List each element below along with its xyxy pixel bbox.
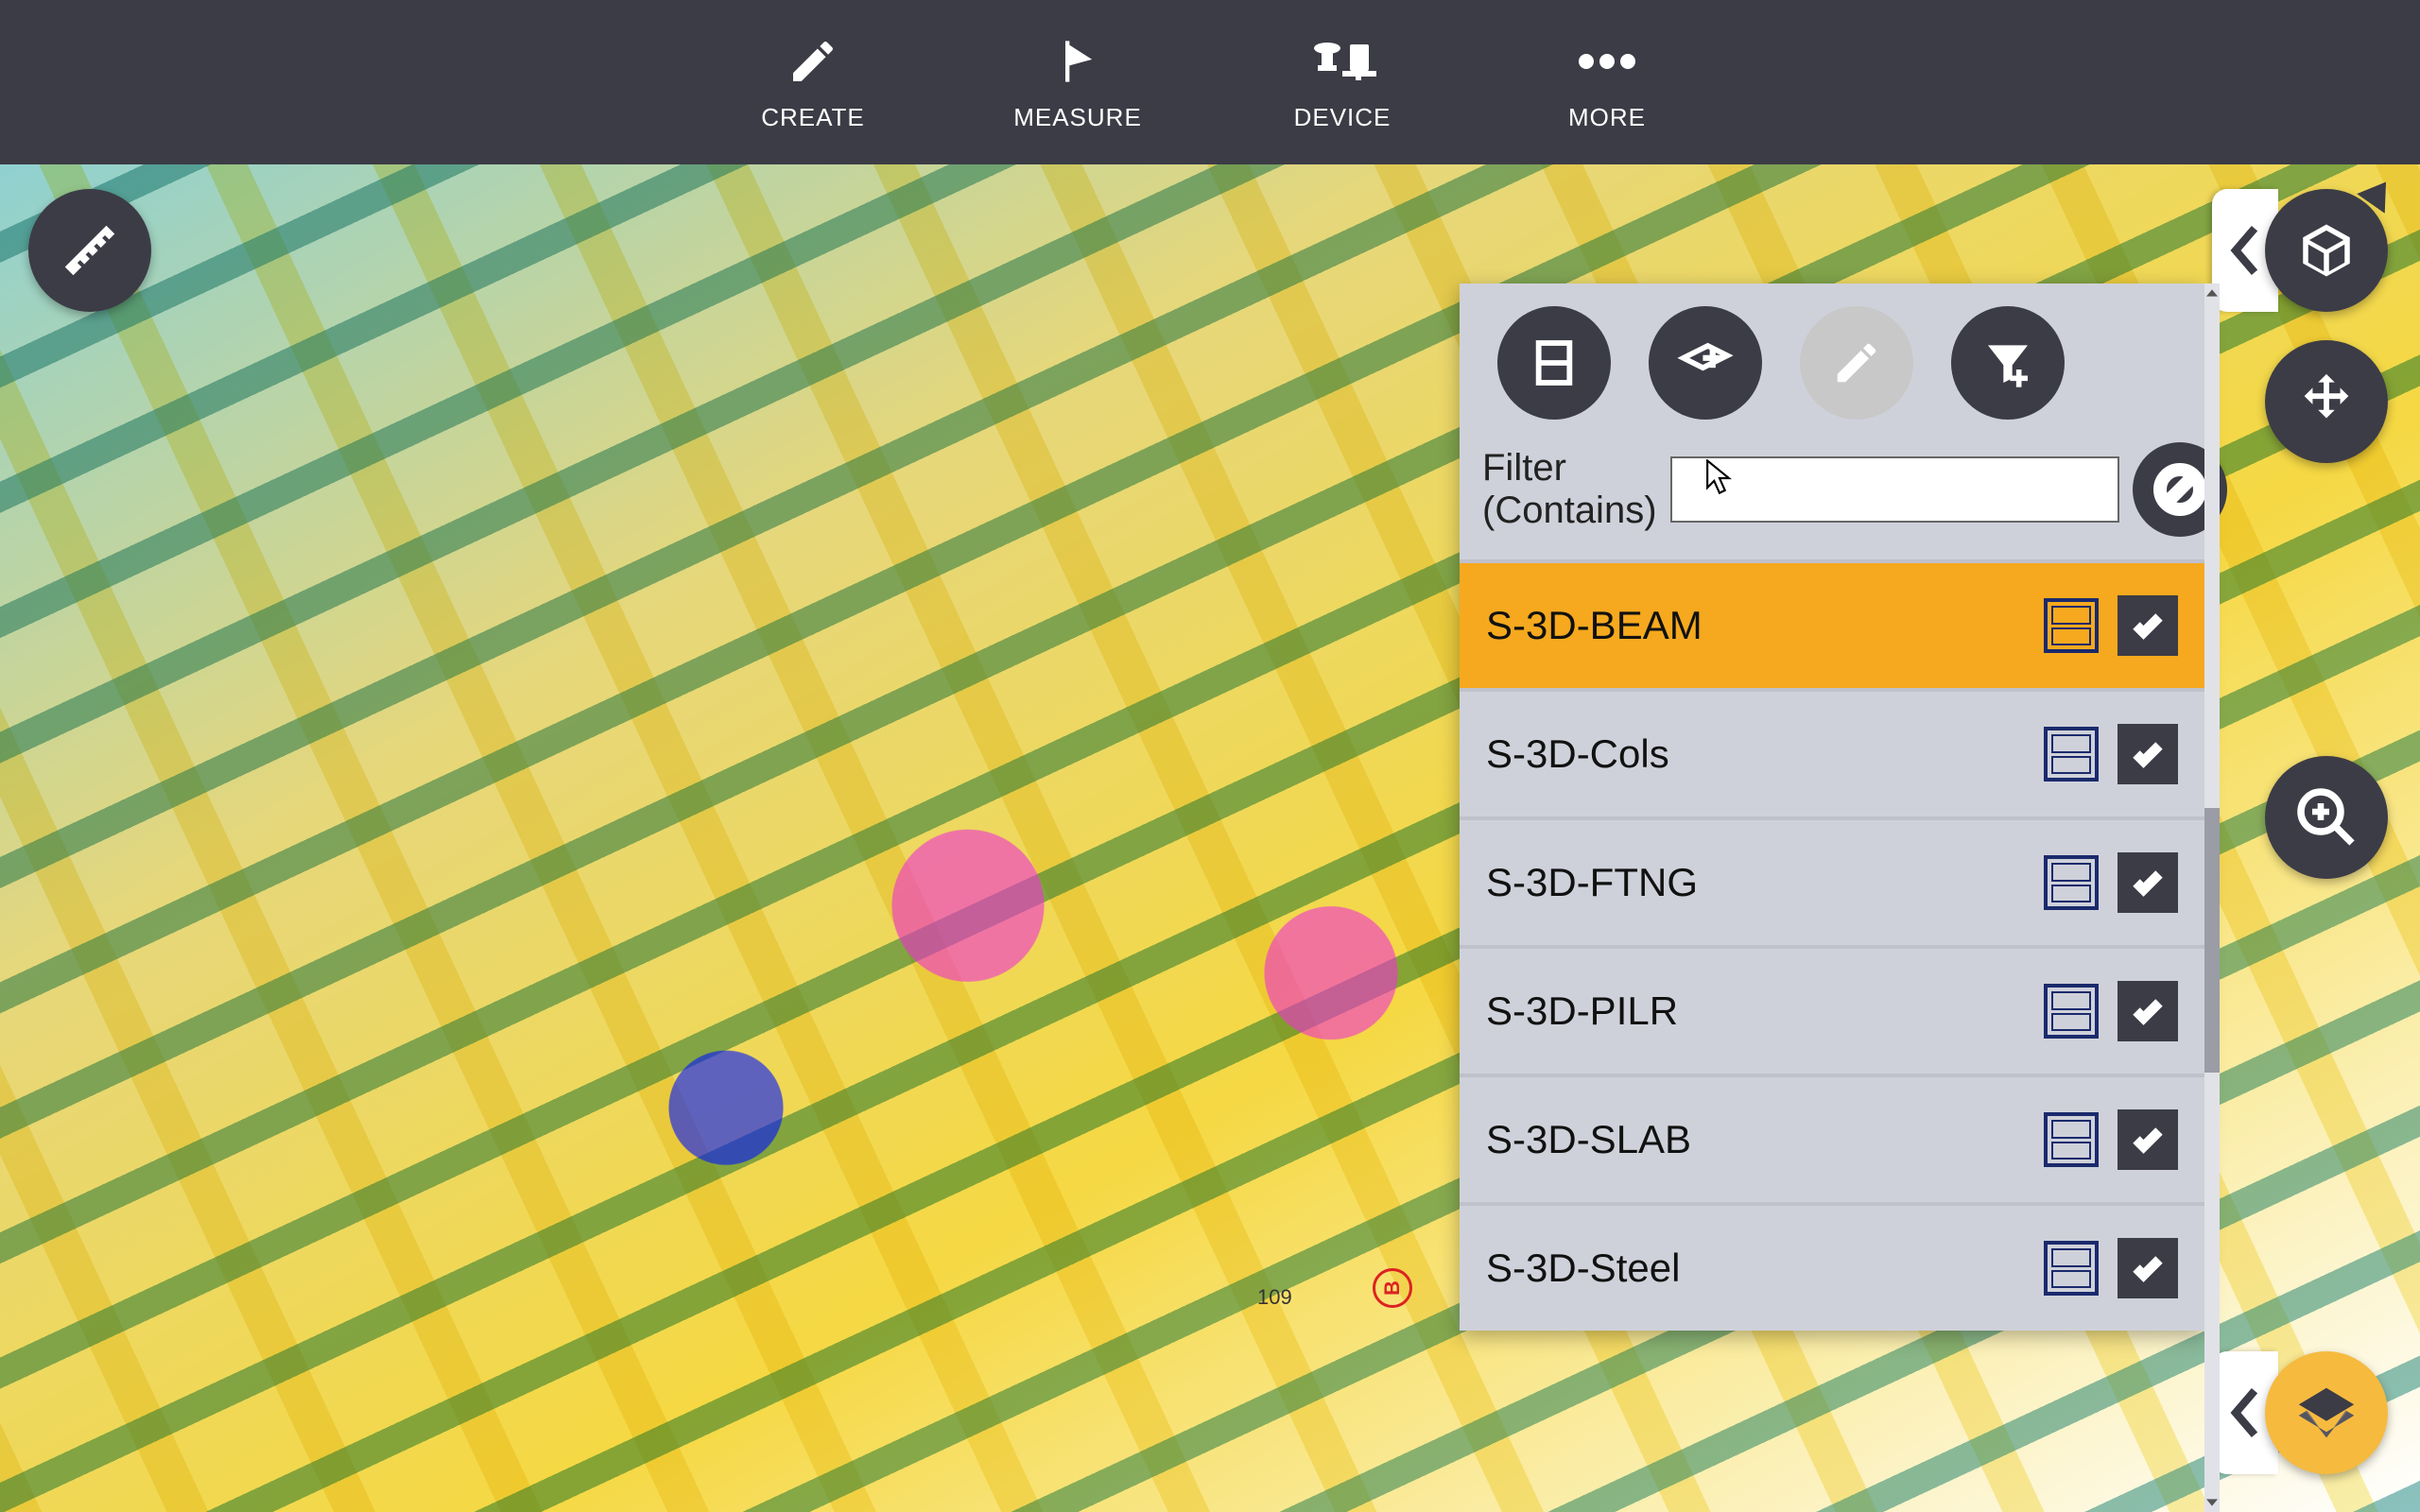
layer-visibility-checkbox[interactable] — [2118, 981, 2178, 1041]
layer-properties-icon[interactable] — [2044, 855, 2099, 910]
layers-icon — [2293, 1380, 2360, 1446]
viewport-grid-marker: B — [1373, 1268, 1412, 1308]
panel-toolbar — [1460, 284, 2204, 442]
filter-input[interactable] — [1670, 456, 2119, 523]
layer-name: S-3D-SLAB — [1486, 1117, 2025, 1162]
check-icon — [2131, 1251, 2165, 1285]
more-label: MORE — [1568, 103, 1646, 132]
check-icon — [2131, 1123, 2165, 1157]
scrollbar-thumb[interactable] — [2204, 808, 2220, 1073]
check-icon — [2131, 994, 2165, 1028]
device-label: DEVICE — [1294, 103, 1392, 132]
layer-properties-icon[interactable] — [2044, 598, 2099, 653]
create-button[interactable]: CREATE — [728, 33, 898, 132]
pan-button[interactable] — [2265, 340, 2388, 463]
panel-filter-button[interactable] — [1951, 306, 2065, 420]
more-icon — [1575, 33, 1639, 90]
check-icon — [2131, 737, 2165, 771]
scroll-down-icon[interactable] — [2204, 1493, 2220, 1512]
pencil-icon — [1831, 337, 1882, 388]
funnel-plus-icon — [1981, 336, 2034, 389]
pencil-icon — [786, 33, 839, 90]
layer-visibility-checkbox[interactable] — [2118, 1109, 2178, 1170]
measure-button[interactable]: MEASURE — [993, 33, 1163, 132]
layer-properties-icon[interactable] — [2044, 1241, 2099, 1296]
device-button[interactable]: DEVICE — [1257, 33, 1427, 132]
split-view-icon — [1528, 336, 1581, 389]
layers-button[interactable] — [2265, 1351, 2388, 1474]
cube-icon — [2295, 219, 2358, 282]
layer-name: S-3D-PILR — [1486, 988, 2025, 1034]
zoom-button[interactable] — [2265, 756, 2388, 879]
layer-properties-icon[interactable] — [2044, 1112, 2099, 1167]
layer-list: S-3D-BEAM S-3D-Cols S-3D-FTNG S-3D-PILR … — [1460, 559, 2204, 1331]
panel-split-button[interactable] — [1497, 306, 1611, 420]
layer-properties-icon[interactable] — [2044, 727, 2099, 782]
panel-scrollbar[interactable] — [2204, 284, 2220, 1512]
prohibit-icon — [2153, 463, 2206, 516]
layer-properties-icon[interactable] — [2044, 984, 2099, 1039]
zoom-icon — [2292, 783, 2360, 851]
layer-name: S-3D-Cols — [1486, 731, 2025, 777]
layer-name: S-3D-BEAM — [1486, 603, 2025, 648]
move-icon — [2293, 369, 2360, 435]
view-cube-button[interactable] — [2265, 189, 2388, 312]
create-label: CREATE — [761, 103, 865, 132]
layer-list-item[interactable]: S-3D-SLAB — [1460, 1074, 2204, 1202]
ruler-tool-button[interactable] — [28, 189, 151, 312]
more-button[interactable]: MORE — [1522, 33, 1692, 132]
layer-name: S-3D-Steel — [1486, 1246, 2025, 1291]
add-layer-icon — [1676, 334, 1735, 392]
check-icon — [2131, 609, 2165, 643]
layer-visibility-checkbox[interactable] — [2118, 1238, 2178, 1298]
panel-edit-button — [1800, 306, 1913, 420]
layer-list-item[interactable]: S-3D-PILR — [1460, 945, 2204, 1074]
layer-filter-panel: Filter (Contains) S-3D-BEAM S-3D-Cols S-… — [1460, 284, 2204, 1331]
layer-list-item[interactable]: S-3D-Cols — [1460, 688, 2204, 816]
chevron-left-icon — [2226, 1384, 2264, 1441]
chevron-left-icon — [2226, 222, 2264, 279]
viewport-annotation: 109 — [1257, 1285, 1292, 1310]
layer-visibility-checkbox[interactable] — [2118, 724, 2178, 784]
scroll-up-icon[interactable] — [2204, 284, 2220, 302]
filter-label: Filter (Contains) — [1482, 447, 1657, 532]
measure-label: MEASURE — [1013, 103, 1142, 132]
layer-list-item[interactable]: S-3D-FTNG — [1460, 816, 2204, 945]
flag-icon — [1053, 33, 1102, 90]
layer-visibility-checkbox[interactable] — [2118, 852, 2178, 913]
layer-list-item[interactable]: S-3D-BEAM — [1460, 559, 2204, 688]
layer-visibility-checkbox[interactable] — [2118, 595, 2178, 656]
layer-list-item[interactable]: S-3D-Steel — [1460, 1202, 2204, 1331]
main-toolbar: CREATE MEASURE DEVICE MORE — [0, 0, 2420, 164]
filter-row: Filter (Contains) — [1460, 442, 2204, 559]
ruler-icon — [57, 217, 123, 284]
check-icon — [2131, 866, 2165, 900]
device-icon — [1308, 33, 1376, 90]
panel-add-button[interactable] — [1649, 306, 1762, 420]
layer-name: S-3D-FTNG — [1486, 860, 2025, 905]
